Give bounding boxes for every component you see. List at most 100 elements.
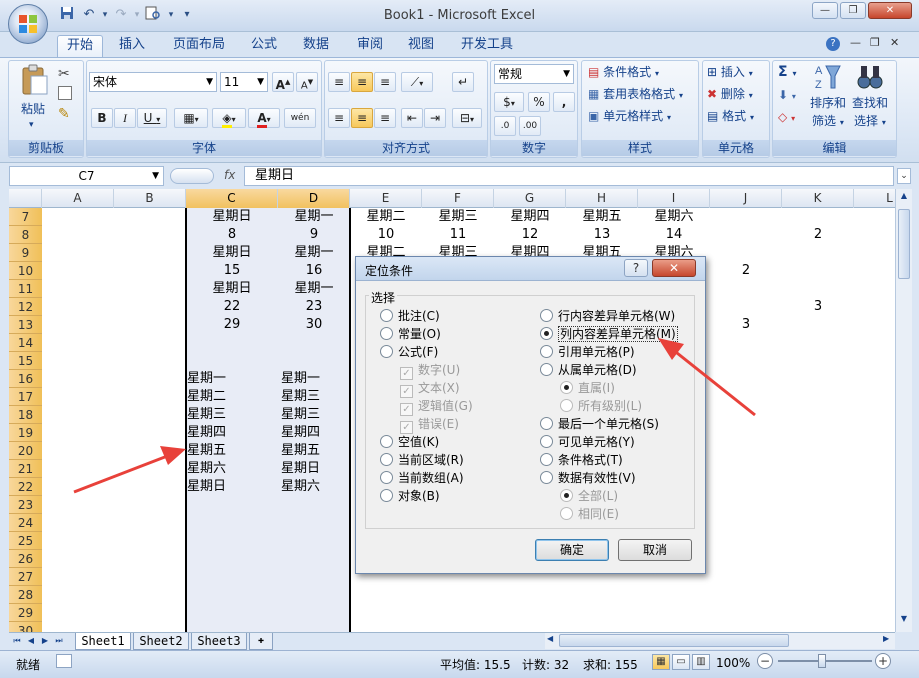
align-top-button[interactable]: ≡ — [328, 72, 350, 92]
radio-left-9[interactable]: 当前数组(A) — [380, 469, 464, 487]
radio-left-1[interactable]: 常量(O) — [380, 325, 441, 343]
cell-d18[interactable]: 星期三 — [281, 406, 361, 424]
cell-d12[interactable]: 23 — [278, 298, 350, 316]
column-header-k[interactable]: K — [782, 189, 854, 208]
column-header-c[interactable]: C — [186, 189, 278, 208]
cell-d22[interactable]: 星期六 — [281, 478, 361, 496]
cell-c22[interactable]: 星期日 — [187, 478, 267, 496]
row-header-20[interactable]: 20 — [9, 442, 42, 460]
percent-button[interactable]: % — [528, 92, 550, 112]
row-header-8[interactable]: 8 — [9, 226, 42, 244]
row-header-10[interactable]: 10 — [9, 262, 42, 280]
align-middle-button[interactable]: ≡ — [351, 72, 373, 92]
cell-c13[interactable]: 29 — [186, 316, 278, 334]
column-header-l[interactable]: L — [854, 189, 895, 208]
cell-d19[interactable]: 星期四 — [281, 424, 361, 442]
ribbon-close-icon[interactable]: ✕ — [890, 36, 899, 49]
fill-button[interactable]: ⬇ ▾ — [778, 86, 796, 106]
tab-insert[interactable]: 插入 — [110, 35, 154, 57]
increase-indent-button[interactable]: ⇥ — [424, 108, 446, 128]
cell-f7[interactable]: 星期三 — [422, 208, 494, 226]
clear-button[interactable]: ◇ ▾ — [778, 108, 795, 128]
shrink-font-button[interactable]: A▼ — [296, 72, 318, 92]
row-header-21[interactable]: 21 — [9, 460, 42, 478]
italic-button[interactable]: I — [114, 108, 136, 128]
row-header-16[interactable]: 16 — [9, 370, 42, 388]
tab-developer[interactable]: 开发工具 — [455, 35, 519, 57]
minimize-button[interactable]: — — [812, 2, 838, 19]
wrap-text-button[interactable]: ↵ — [452, 72, 474, 92]
zoom-slider-thumb[interactable] — [818, 654, 826, 668]
radio-left-0[interactable]: 批注(C) — [380, 307, 440, 325]
cell-e7[interactable]: 星期二 — [350, 208, 422, 226]
row-header-30[interactable]: 30 — [9, 622, 42, 632]
row-header-28[interactable]: 28 — [9, 586, 42, 604]
comma-button[interactable]: , — [553, 92, 575, 112]
row-header-26[interactable]: 26 — [9, 550, 42, 568]
cell-d9[interactable]: 星期一 — [278, 244, 350, 262]
format-cells-button[interactable]: ▤ 格式 ▾ — [707, 107, 754, 127]
column-header-h[interactable]: H — [566, 189, 638, 208]
number-format-select[interactable]: 常规 ▼ — [494, 64, 574, 84]
zoom-in-icon[interactable]: + — [875, 653, 891, 669]
row-header-17[interactable]: 17 — [9, 388, 42, 406]
copy-icon[interactable] — [58, 86, 72, 100]
column-header-b[interactable]: B — [114, 189, 186, 208]
close-button[interactable]: ✕ — [868, 2, 912, 19]
row-header-18[interactable]: 18 — [9, 406, 42, 424]
cell-f8[interactable]: 11 — [422, 226, 494, 244]
cell-g8[interactable]: 12 — [494, 226, 566, 244]
borders-button[interactable]: ▦▾ — [174, 108, 208, 128]
cell-i8[interactable]: 14 — [638, 226, 710, 244]
cell-j13[interactable]: 3 — [710, 316, 782, 334]
vertical-scroll-thumb[interactable] — [898, 209, 910, 279]
column-header-d[interactable]: D — [278, 189, 350, 208]
cell-h7[interactable]: 星期五 — [566, 208, 638, 226]
row-header-12[interactable]: 12 — [9, 298, 42, 316]
scroll-up-icon[interactable]: ▲ — [898, 191, 910, 205]
scroll-left-icon[interactable]: ◀ — [547, 634, 553, 643]
cell-k8[interactable]: 2 — [782, 226, 854, 244]
align-left-button[interactable]: ≡ — [328, 108, 350, 128]
cancel-button[interactable]: 取消 — [618, 539, 692, 561]
row-header-29[interactable]: 29 — [9, 604, 42, 622]
radio-right-2[interactable]: 引用单元格(P) — [540, 343, 635, 361]
cell-c18[interactable]: 星期三 — [187, 406, 267, 424]
last-sheet-icon[interactable]: ⏭ — [53, 635, 65, 647]
name-box[interactable]: C7 ▼ — [9, 166, 164, 186]
restore-button[interactable]: ❐ — [840, 2, 866, 19]
page-layout-view-icon[interactable]: ▭ — [672, 654, 690, 670]
cell-k12[interactable]: 3 — [782, 298, 854, 316]
radio-right-0[interactable]: 行内容差异单元格(W) — [540, 307, 675, 325]
horizontal-scroll-thumb[interactable] — [559, 634, 789, 647]
horizontal-scrollbar[interactable]: ◀ ▶ — [545, 633, 895, 649]
cell-d13[interactable]: 30 — [278, 316, 350, 334]
tab-home[interactable]: 开始 — [57, 35, 103, 57]
accounting-button[interactable]: $▾ — [494, 92, 524, 112]
bold-button[interactable]: B — [91, 108, 113, 128]
row-header-23[interactable]: 23 — [9, 496, 42, 514]
vertical-scrollbar[interactable]: ▲ ▼ — [895, 189, 912, 632]
align-center-button[interactable]: ≡ — [351, 108, 373, 128]
cell-c9[interactable]: 星期日 — [186, 244, 278, 262]
sheet-tab-3[interactable]: Sheet3 — [191, 633, 247, 650]
cell-d10[interactable]: 16 — [278, 262, 350, 280]
first-sheet-icon[interactable]: ⏮ — [11, 635, 23, 647]
fill-color-button[interactable]: ◈▾ — [212, 108, 246, 128]
radio-right-9[interactable]: 数据有效性(V) — [540, 469, 636, 487]
cell-c7[interactable]: 星期日 — [186, 208, 278, 226]
column-header-e[interactable]: E — [350, 189, 422, 208]
font-family-select[interactable]: 宋体 ▼ — [89, 72, 217, 92]
row-header-22[interactable]: 22 — [9, 478, 42, 496]
font-color-button[interactable]: A▾ — [248, 108, 280, 128]
font-size-select[interactable]: 11 ▼ — [220, 72, 268, 92]
page-break-view-icon[interactable]: ▥ — [692, 654, 710, 670]
row-header-13[interactable]: 13 — [9, 316, 42, 334]
orientation-button[interactable]: ⟋▾ — [401, 72, 433, 92]
cell-i7[interactable]: 星期六 — [638, 208, 710, 226]
normal-view-icon[interactable]: ▦ — [652, 654, 670, 670]
row-header-27[interactable]: 27 — [9, 568, 42, 586]
zoom-out-icon[interactable]: − — [757, 653, 773, 669]
row-header-9[interactable]: 9 — [9, 244, 42, 262]
format-painter-icon[interactable]: ✎ — [58, 106, 70, 122]
